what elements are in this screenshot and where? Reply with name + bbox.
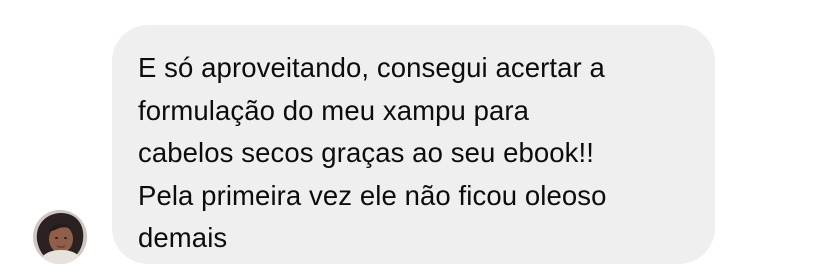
sender-avatar[interactable] — [33, 210, 87, 264]
profile-photo-icon — [33, 210, 87, 264]
incoming-message-row: E só aproveitando, consegui acertar a fo… — [0, 0, 828, 279]
message-bubble[interactable]: E só aproveitando, consegui acertar a fo… — [112, 25, 715, 264]
message-text: E só aproveitando, consegui acertar a fo… — [138, 52, 607, 253]
